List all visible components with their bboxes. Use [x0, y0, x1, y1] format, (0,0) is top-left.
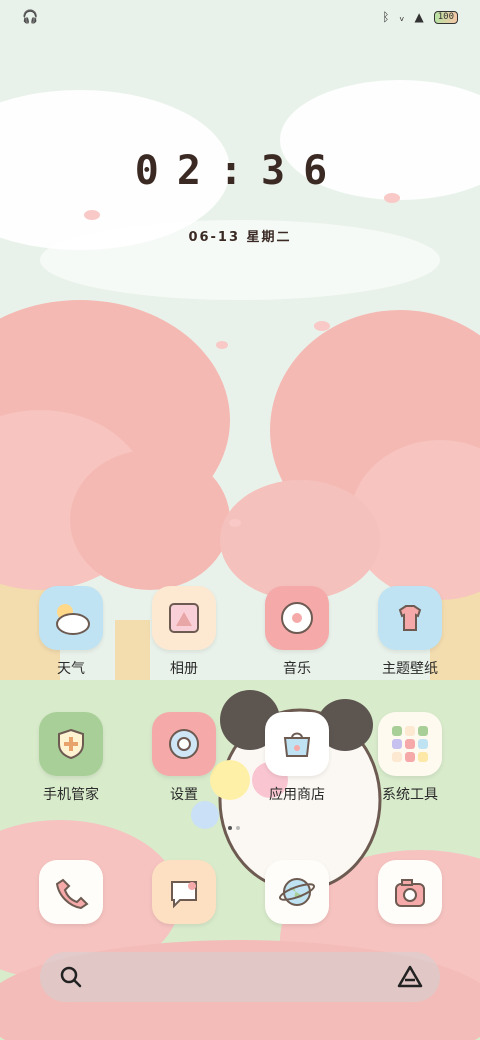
battery-indicator: 100	[433, 10, 458, 24]
app-weather[interactable]: 天气	[21, 586, 121, 678]
assistant-icon[interactable]	[396, 964, 424, 994]
app-gallery[interactable]: 相册	[134, 586, 234, 678]
dock-browser[interactable]	[247, 860, 347, 924]
status-bar: 🎧 ᛒ ᵥ ▲ 100	[0, 10, 480, 32]
app-theme[interactable]: 主题壁纸	[360, 586, 460, 678]
app-label: 设置	[170, 787, 198, 803]
app-label: 天气	[57, 661, 85, 677]
dock-phone[interactable]	[21, 860, 121, 924]
weather-icon	[39, 586, 103, 650]
vibrate-icon: ᵥ	[399, 10, 405, 24]
search-bar[interactable]	[40, 952, 440, 1002]
app-label: 音乐	[283, 661, 311, 677]
page-indicator	[228, 826, 240, 830]
theme-icon	[378, 586, 442, 650]
settings-icon	[152, 712, 216, 776]
phone-manager-icon	[39, 712, 103, 776]
app-label: 主题壁纸	[382, 661, 438, 677]
clock-time[interactable]: 02:36	[0, 148, 480, 194]
app-label: 相册	[170, 661, 198, 677]
app-store-icon	[265, 712, 329, 776]
camera-icon	[378, 860, 442, 924]
app-label: 系统工具	[382, 787, 438, 803]
app-music[interactable]: 音乐	[247, 586, 347, 678]
gallery-icon	[152, 586, 216, 650]
dock-messages[interactable]	[134, 860, 234, 924]
music-icon	[265, 586, 329, 650]
signal-icon: ▲	[414, 10, 424, 24]
search-icon[interactable]	[58, 964, 84, 994]
headset-muted-icon: 🎧	[22, 10, 39, 25]
app-label: 手机管家	[43, 787, 99, 803]
app-system-tools[interactable]: 系统工具	[360, 712, 460, 804]
bluetooth-icon: ᛒ	[382, 10, 390, 24]
app-label: 应用商店	[269, 787, 325, 803]
dock-camera[interactable]	[360, 860, 460, 924]
messages-icon	[152, 860, 216, 924]
app-phone-manager[interactable]: 手机管家	[21, 712, 121, 804]
phone-icon	[39, 860, 103, 924]
browser-icon	[265, 860, 329, 924]
app-settings[interactable]: 设置	[134, 712, 234, 804]
app-store[interactable]: 应用商店	[247, 712, 347, 804]
clock-date[interactable]: 06-13 星期二	[0, 226, 480, 245]
system-tools-folder-icon	[378, 712, 442, 776]
